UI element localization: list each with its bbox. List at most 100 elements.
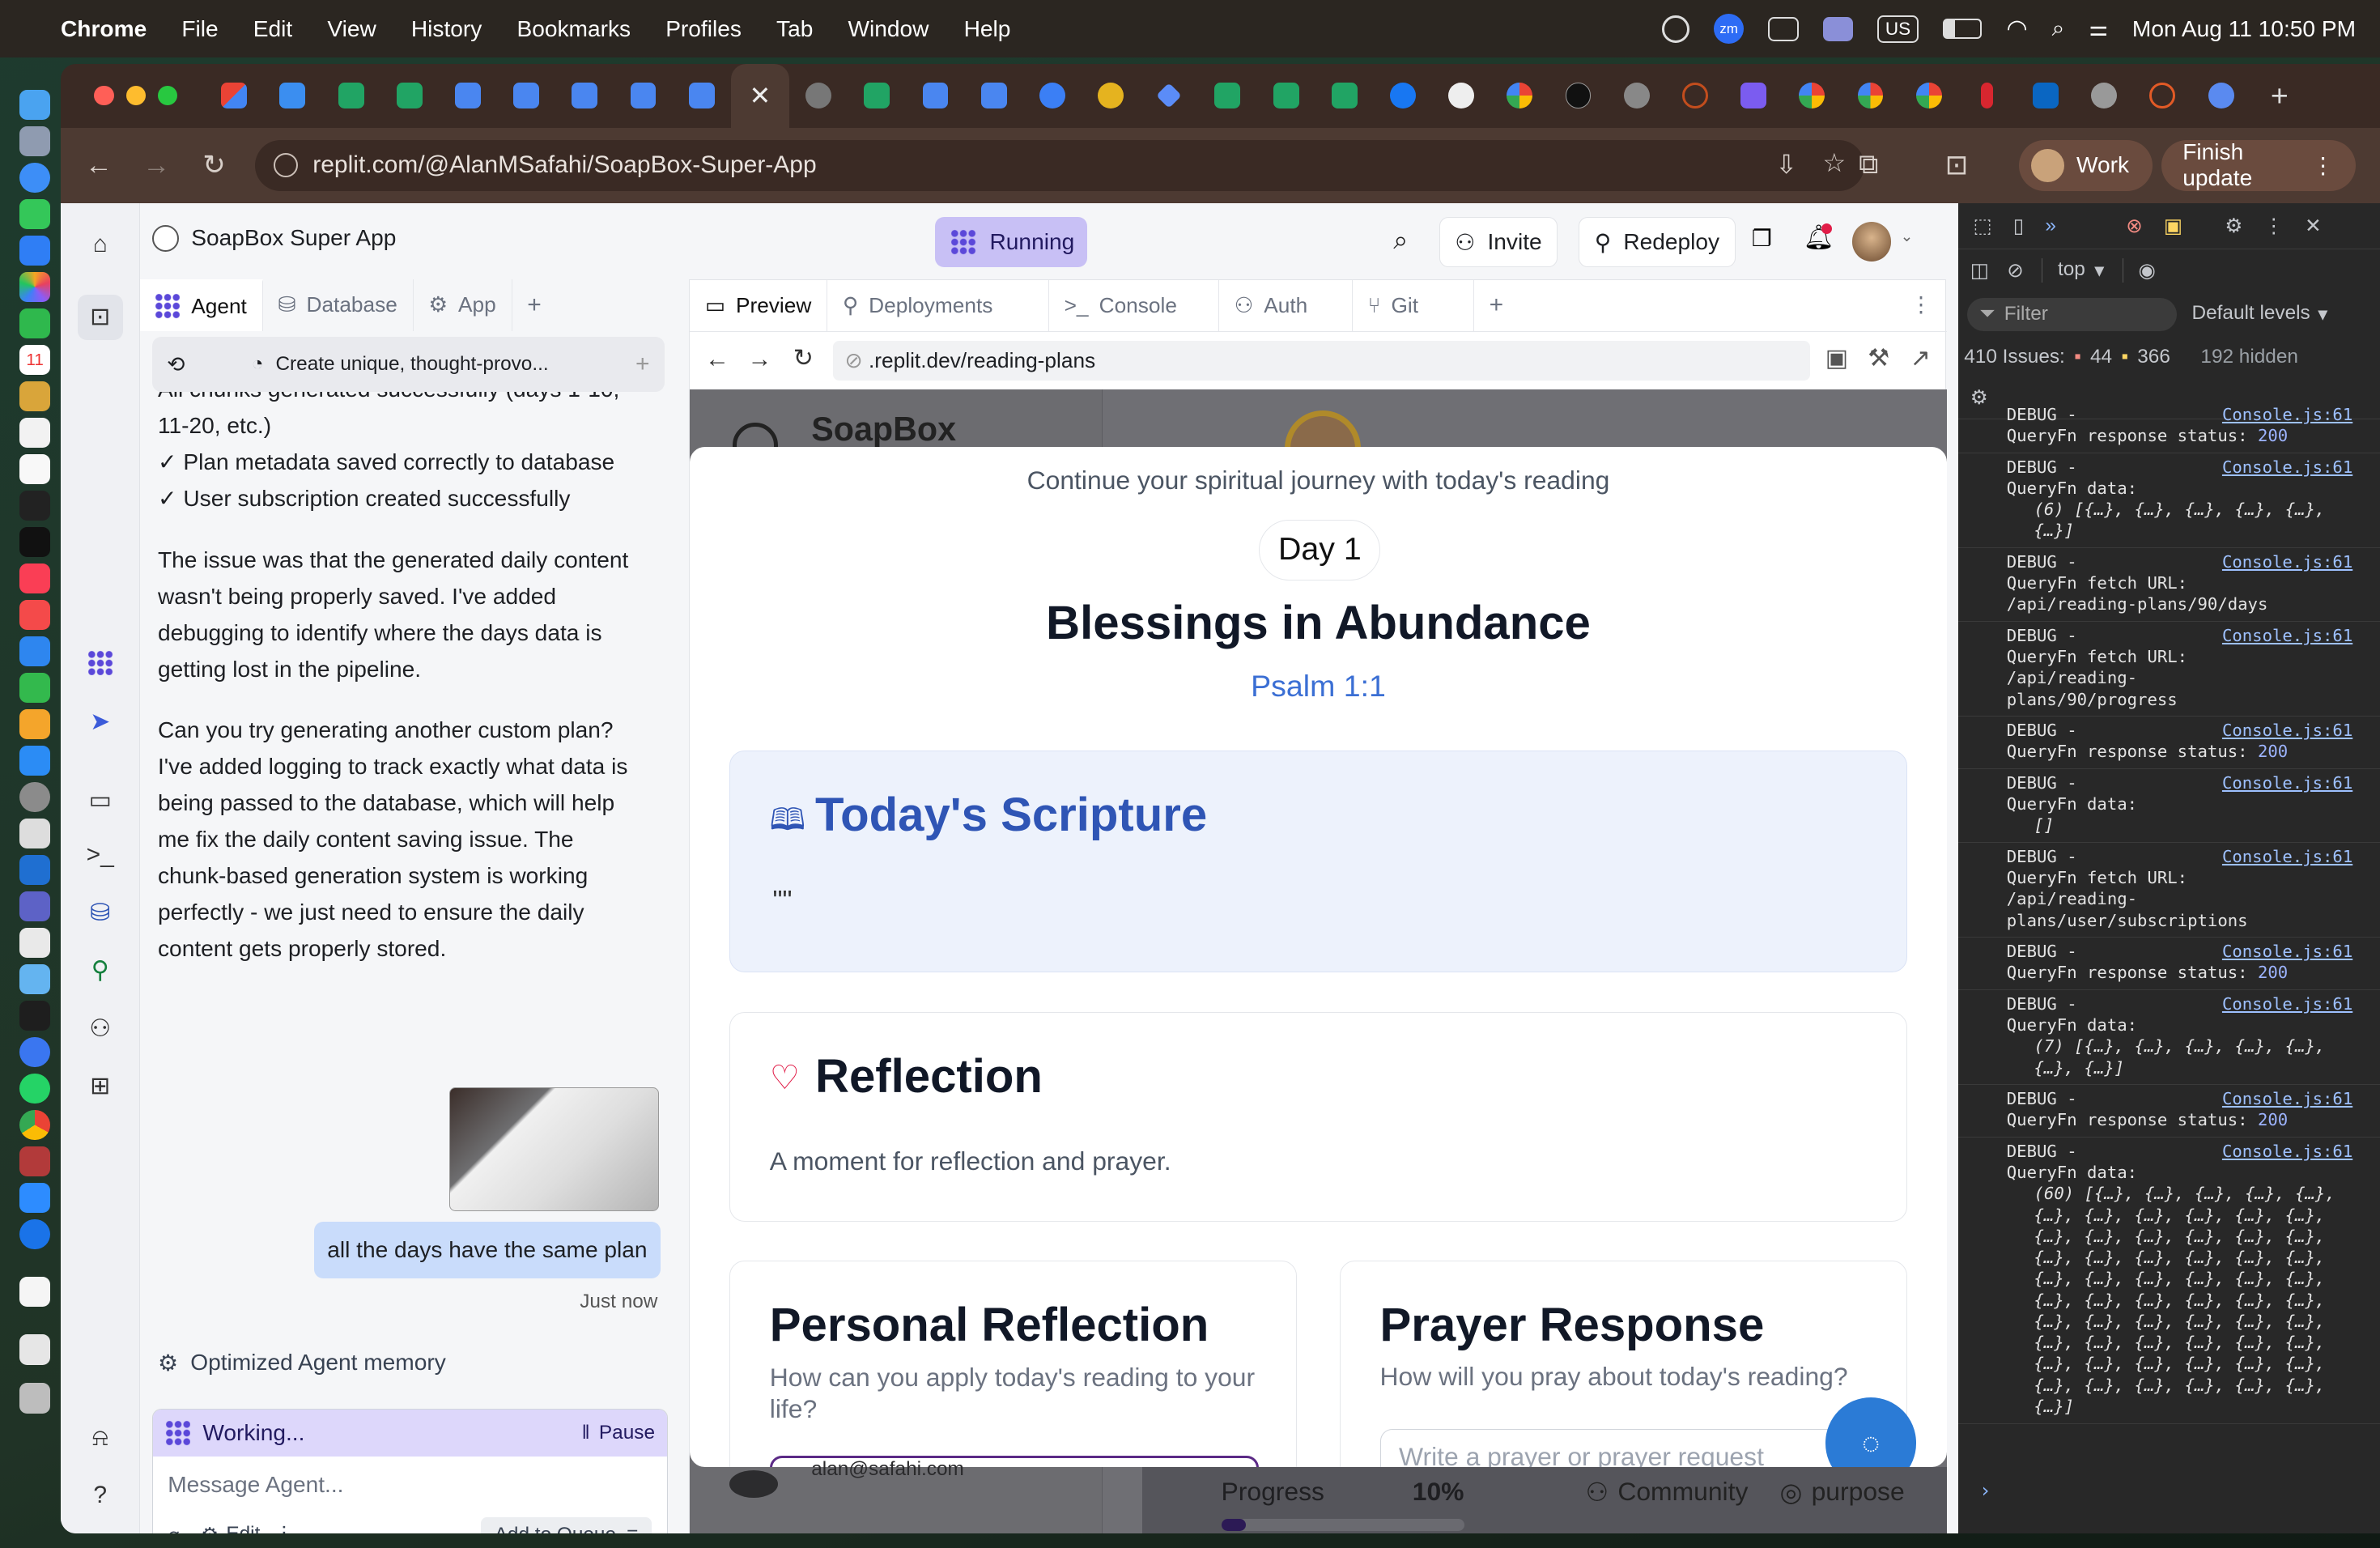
deployments-rail-icon[interactable]: ⚲ <box>85 956 116 987</box>
tab-google-4[interactable] <box>1900 64 1958 128</box>
copy-icon[interactable]: ❐ <box>1752 225 1772 252</box>
whatsapp-icon[interactable] <box>19 1073 50 1104</box>
downloads-stack-icon[interactable] <box>19 1334 50 1365</box>
tab-google-3[interactable] <box>1841 64 1899 128</box>
device-toggle-icon[interactable]: ▯ <box>2013 214 2024 238</box>
notifications-rail-icon[interactable]: ⍾ <box>85 1424 116 1455</box>
preview-back-button[interactable]: ← <box>705 346 729 373</box>
community-link[interactable]: ⚇ Community <box>1586 1477 1749 1508</box>
calendar-icon[interactable]: 11 <box>19 344 50 376</box>
panel-toggle-icon[interactable]: ⊡ <box>77 294 123 340</box>
chevron-down-icon[interactable]: ⌄ <box>1901 228 1914 245</box>
install-app-icon[interactable]: ⇩ <box>1775 149 1797 180</box>
console-source-link[interactable]: Console.js:61 <box>2222 772 2352 793</box>
tab-web-7[interactable] <box>2075 64 2133 128</box>
open-new-tab-icon[interactable]: ↗ <box>1910 344 1931 372</box>
live-expression-icon[interactable]: ◉ <box>2122 257 2156 283</box>
launchpad-icon[interactable] <box>19 125 50 157</box>
reload-button[interactable]: ↻ <box>185 149 243 181</box>
edit-button[interactable]: ⚙︎ Edit <box>201 1523 260 1533</box>
app-store-icon[interactable] <box>19 745 50 776</box>
all-tools-icon[interactable]: ⊞ <box>85 1072 116 1103</box>
tab-docs-5[interactable] <box>673 64 731 128</box>
close-tab-icon[interactable]: ✕ <box>750 80 771 111</box>
auth-rail-icon[interactable]: ⚇ <box>85 1014 116 1045</box>
input-source[interactable]: US <box>1877 15 1919 43</box>
tab-2[interactable] <box>263 64 321 128</box>
console-source-link[interactable]: Console.js:61 <box>2222 941 2352 962</box>
log-levels-dropdown[interactable]: Default levels ▾ <box>2192 302 2328 326</box>
menu-profiles[interactable]: Profiles <box>665 16 742 42</box>
back-button[interactable]: ← <box>70 150 127 181</box>
tab-docs-4[interactable] <box>614 64 672 128</box>
console-prompt-icon[interactable]: › <box>1979 1478 1991 1502</box>
tab-web-3[interactable] <box>1608 64 1666 128</box>
music-icon[interactable] <box>19 563 50 594</box>
pages-icon[interactable] <box>19 708 50 740</box>
console-source-link[interactable]: Console.js:61 <box>2222 846 2352 867</box>
error-count-icon[interactable]: ⊗ <box>2126 214 2142 238</box>
tab-x[interactable] <box>1549 64 1607 128</box>
invite-button[interactable]: ⚇ Invite <box>1439 217 1558 267</box>
tab-docs-7[interactable] <box>965 64 1023 128</box>
tab-web-4[interactable] <box>1666 64 1724 128</box>
run-status-button[interactable]: Running <box>935 217 1087 267</box>
tab-sheets-3[interactable] <box>848 64 906 128</box>
preview-forward-button[interactable]: → <box>748 346 772 373</box>
menu-tab[interactable]: Tab <box>776 16 813 42</box>
agent-rail-icon[interactable] <box>85 649 116 681</box>
control-center-icon[interactable]: ⚌ <box>2089 16 2108 41</box>
finder-app-icon[interactable] <box>19 963 50 995</box>
console-source-link[interactable]: Console.js:61 <box>2222 720 2352 741</box>
wifi-icon[interactable]: ◠ <box>2006 15 2027 43</box>
filter-input[interactable]: ⏷ Filter <box>1967 297 2177 331</box>
console-source-link[interactable]: Console.js:61 <box>2222 625 2352 646</box>
preview-url-input[interactable]: ⊘ .replit.dev/reading-plans <box>832 341 1810 381</box>
tab-deployments[interactable]: ⚲ Deployments <box>827 279 1049 332</box>
user-avatar[interactable] <box>1851 221 1892 262</box>
console-source-link[interactable]: Console.js:61 <box>2222 1141 2352 1162</box>
facetime-icon[interactable] <box>19 308 50 339</box>
outlook-status-icon[interactable] <box>1768 16 1799 41</box>
tab-web-8[interactable] <box>2133 64 2191 128</box>
tab-google-2[interactable] <box>1783 64 1841 128</box>
teams-status-icon[interactable] <box>1822 16 1854 41</box>
photos-icon[interactable] <box>19 271 50 303</box>
devtools-menu-icon[interactable]: ⋮ <box>2264 214 2284 238</box>
history-icon[interactable]: ⟲ <box>167 352 185 377</box>
tab-web-6[interactable] <box>1958 64 2017 128</box>
attach-icon[interactable]: ⌀ <box>168 1523 180 1533</box>
news-icon[interactable] <box>19 599 50 631</box>
dictionary-icon[interactable] <box>19 1146 50 1177</box>
console-rail-icon[interactable]: >_ <box>85 841 116 872</box>
app-menu[interactable]: Chrome <box>61 16 147 42</box>
more-tabs-icon[interactable]: » <box>2045 215 2056 237</box>
inspect-icon[interactable]: ⬚ <box>1974 214 1992 238</box>
tv-icon[interactable] <box>19 526 50 558</box>
numbers-icon[interactable] <box>19 672 50 704</box>
menu-edit[interactable]: Edit <box>253 16 292 42</box>
tab-search-icon[interactable]: ⊡ <box>1927 149 1985 181</box>
pause-button[interactable]: ǁ Pause <box>582 1422 655 1444</box>
tab-web-5[interactable] <box>1724 64 1783 128</box>
chrome-icon[interactable] <box>19 1109 50 1141</box>
devtools-settings-icon[interactable]: ⚙︎ <box>2225 214 2242 238</box>
zoom-status-icon[interactable]: zm <box>1713 13 1745 45</box>
tab-app[interactable]: ⚙︎ App <box>414 279 512 331</box>
tab-gmail[interactable] <box>205 64 263 128</box>
menu-bookmarks[interactable]: Bookmarks <box>516 16 631 42</box>
freeform-icon[interactable] <box>19 453 50 485</box>
document-icon[interactable] <box>19 1276 50 1308</box>
search-icon[interactable]: ⌕ <box>1393 225 1408 256</box>
drive-icon[interactable] <box>19 927 50 959</box>
stocks-icon[interactable] <box>19 490 50 521</box>
screenshot-attachment[interactable] <box>449 1087 659 1212</box>
profile-button[interactable]: Work <box>2018 139 2153 192</box>
menu-history[interactable]: History <box>411 16 482 42</box>
tab-docs-1[interactable] <box>439 64 497 128</box>
pane-menu-icon[interactable]: ⋮ <box>1910 292 1932 317</box>
tab-database[interactable]: ⛁ Database <box>263 279 414 331</box>
deploy-rail-icon[interactable]: ➤ <box>85 708 116 738</box>
spotlight-search-icon[interactable]: ⌕ <box>2052 15 2065 42</box>
zoom-window-button[interactable] <box>158 85 178 106</box>
